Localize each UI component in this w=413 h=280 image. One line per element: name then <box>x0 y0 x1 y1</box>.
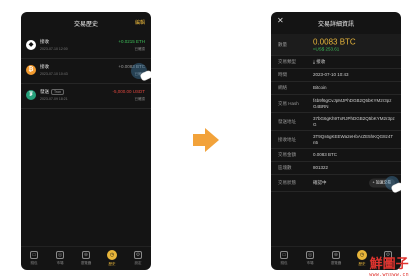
history-title: 交易歷史 <box>73 22 98 28</box>
nav-label: 市場 <box>56 261 64 265</box>
amount-row: 數量 0.0083 BTC ≈US$ 253.61 <box>271 34 401 56</box>
detail-row[interactable]: 交易 Hash f4b9f6gCvJpMJPhDGB2Q5bKYM2r3pzG4… <box>271 95 401 113</box>
row-label: 接收地址 <box>278 136 296 142</box>
detail-row: 網絡 Bitcoin <box>271 82 401 95</box>
detail-topbar: ✕ 交易詳細資訊 <box>271 12 401 32</box>
nav-label: 瀏覽器 <box>330 261 342 265</box>
row-value: 801322 <box>313 165 329 170</box>
market-icon: ◎ <box>56 251 64 259</box>
nav-market[interactable]: ◎ 市場 <box>299 251 321 266</box>
row-label: 時間 <box>278 72 287 77</box>
row-label: 交易金額 <box>278 152 296 157</box>
row-label: 發送地址 <box>278 118 296 124</box>
row-label: 交易類型 <box>278 59 296 64</box>
watermark-url: www.wnsww.cn <box>369 272 409 278</box>
transaction-row[interactable]: ₮ 發送 Tron 2023-07-09 18:21 -5,000.00 USDT… <box>21 84 151 109</box>
tx-amount: -5,000.00 USDT <box>112 89 145 94</box>
nav-wallet[interactable]: ▭ 錢包 <box>273 251 295 266</box>
detail-row[interactable]: 接收地址 3T9Qs6gKEEWa2eHbArZE5hKQG8z4Tn5 <box>271 131 401 149</box>
row-value: 2023-07-10 10:43 <box>313 72 349 77</box>
detail-title: 交易詳細資訊 <box>317 22 354 28</box>
tx-name: 接收 <box>40 64 49 69</box>
bottom-nav: ▭ 錢包 ◎ 市場 ⊕ 瀏覽器 ◷ 歷史 ⚙ 設定 <box>21 246 151 270</box>
history-screen: 交易歷史 編輯 ◆ 接收 2023-07-10 12:00 +0.0215 ET… <box>21 12 151 270</box>
tx-amount: +0.0215 ETH <box>118 39 145 44</box>
receiver-address-value[interactable]: 3T9Qs6gKEEWa2eHbArZE5hKQG8z4Tn5 <box>313 134 395 146</box>
nav-browser[interactable]: ⊕ 瀏覽器 <box>325 251 347 266</box>
row-value: 0.0083 BTC <box>313 152 338 157</box>
watermark-logo: 鮮圖子 <box>369 257 409 272</box>
amount-label: 數量 <box>278 41 287 47</box>
detail-row: 時間 2023-07-10 10:43 <box>271 69 401 82</box>
detail-row: 區塊數 801322 <box>271 162 401 175</box>
tx-name: 接收 <box>40 39 49 44</box>
tutorial-stage: 交易歷史 編輯 ◆ 接收 2023-07-10 12:00 +0.0215 ET… <box>0 0 413 280</box>
amount-usd: ≈US$ 253.61 <box>313 46 340 51</box>
row-value: Bitcoin <box>313 85 327 90</box>
nav-browser[interactable]: ⊕ 瀏覽器 <box>75 251 97 266</box>
tx-date: 2023-07-09 18:21 <box>40 97 68 101</box>
tx-status: 已確認 <box>134 97 146 101</box>
history-topbar: 交易歷史 編輯 <box>21 12 151 32</box>
transaction-row[interactable]: ◆ 接收 2023-07-10 12:00 +0.0215 ETH 已確認 <box>21 34 151 59</box>
nav-history[interactable]: ◷ 歷史 <box>101 250 123 267</box>
bitcoin-icon: ₿ <box>26 65 36 75</box>
ethereum-icon: ◆ <box>26 40 36 50</box>
nav-label: 瀏覽器 <box>80 261 92 265</box>
nav-label: 設定 <box>134 261 142 265</box>
row-value: ⤓ 接收 <box>313 59 326 64</box>
nav-market[interactable]: ◎ 市場 <box>49 251 71 266</box>
detail-row: 交易類型 ⤓ 接收 <box>271 56 401 69</box>
nav-label: 歷史 <box>108 262 116 266</box>
history-icon: ◷ <box>107 250 117 260</box>
wallet-icon: ▭ <box>280 251 288 259</box>
tx-name: 發送 Tron <box>40 89 65 95</box>
amount-block: 0.0083 BTC ≈US$ 253.61 <box>313 37 395 52</box>
transaction-list: ◆ 接收 2023-07-10 12:00 +0.0215 ETH 已確認 ₿ … <box>21 34 151 109</box>
detail-row[interactable]: 發送地址 37bG6gKh9TxRJPhDGB2Q5bKYM2r3pzG <box>271 113 401 131</box>
browser-icon: ⊕ <box>332 251 340 259</box>
row-label: 交易 Hash <box>278 100 299 106</box>
nav-settings[interactable]: ⚙ 設定 <box>127 251 149 266</box>
nav-wallet[interactable]: ▭ 錢包 <box>23 251 45 266</box>
edit-button[interactable]: 編輯 <box>135 19 145 26</box>
detail-list: 數量 0.0083 BTC ≈US$ 253.61 交易類型 ⤓ 接收 時間 2… <box>271 34 401 193</box>
nav-label: 錢包 <box>280 261 288 265</box>
nav-label: 歷史 <box>358 262 366 266</box>
wallet-icon: ▭ <box>30 251 38 259</box>
amount-value: 0.0083 BTC <box>313 37 356 46</box>
site-watermark: 鮮圖子 www.wnsww.cn <box>369 257 409 279</box>
tx-hash-value[interactable]: f4b9f6gCvJpMJPhDGB2Q5bKYM2r3pzG4BRN <box>313 98 395 110</box>
sender-address-value[interactable]: 37bG6gKh9TxRJPhDGB2Q5bKYM2r3pzG <box>313 116 395 128</box>
row-label: 區塊數 <box>278 165 292 170</box>
nav-label: 市場 <box>306 261 314 265</box>
history-icon: ◷ <box>357 250 367 260</box>
tx-date: 2023-07-10 12:00 <box>40 47 68 51</box>
transaction-row[interactable]: ₿ 接收 2023-07-10 10:43 +0.0083 BTC 已確認 <box>21 59 151 84</box>
network-badge: Tron <box>51 89 65 95</box>
tx-status: 已確認 <box>134 47 146 51</box>
detail-row: 交易金額 0.0083 BTC <box>271 149 401 162</box>
status-row: 交易狀態 確認中 + 加速交易 <box>271 175 401 193</box>
settings-icon: ⚙ <box>134 251 142 259</box>
tether-icon: ₮ <box>26 90 36 100</box>
transaction-detail-screen: ✕ 交易詳細資訊 數量 0.0083 BTC ≈US$ 253.61 交易類型 … <box>271 12 401 270</box>
status-value: 確認中 <box>313 180 327 185</box>
tx-date: 2023-07-10 10:43 <box>40 72 68 76</box>
market-icon: ◎ <box>306 251 314 259</box>
browser-icon: ⊕ <box>82 251 90 259</box>
row-label: 網絡 <box>278 85 287 90</box>
nav-label: 錢包 <box>30 261 38 265</box>
row-label: 交易狀態 <box>278 180 296 185</box>
